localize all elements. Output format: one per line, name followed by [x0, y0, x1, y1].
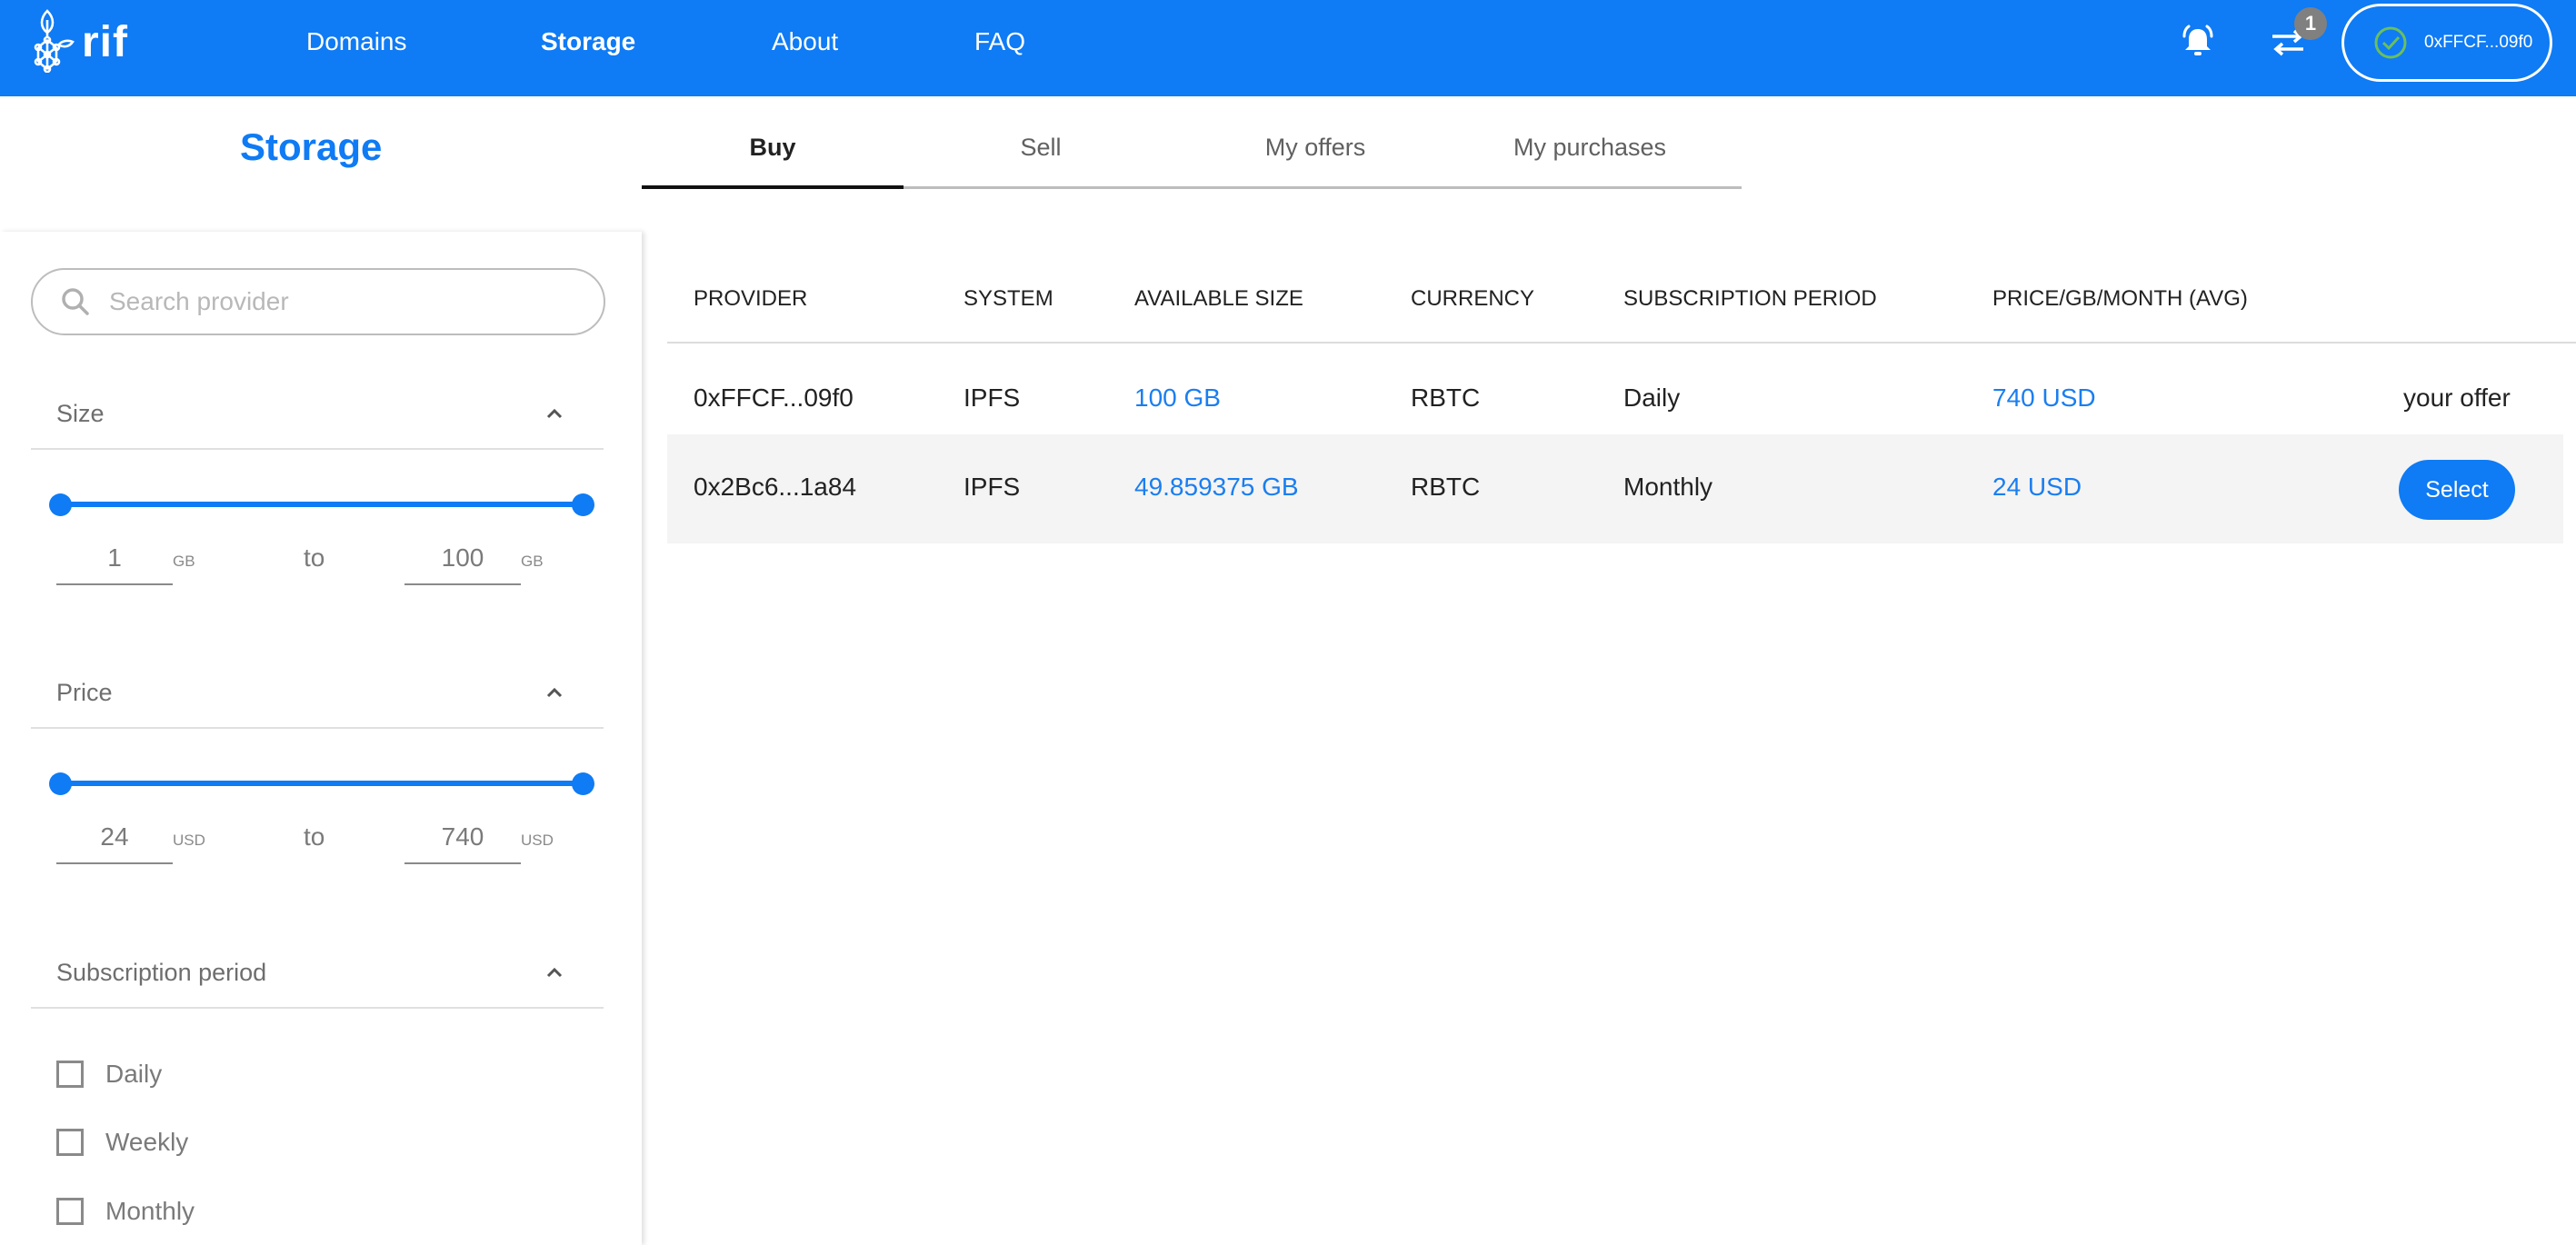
column-header-available-size: AVAILABLE SIZE: [1134, 286, 1303, 311]
table-header: PROVIDER SYSTEM AVAILABLE SIZE CURRENCY …: [667, 264, 2576, 344]
weekly-checkbox[interactable]: [56, 1129, 84, 1156]
size-filter-title: Size: [56, 400, 105, 427]
currency-cell: RBTC: [1411, 473, 1481, 501]
available-size-cell: 100 GB: [1134, 383, 1221, 412]
system-cell: IPFS: [964, 383, 1021, 412]
size-range-slider[interactable]: [49, 491, 594, 518]
tab-buy[interactable]: Buy: [642, 127, 904, 189]
chevron-up-icon[interactable]: [542, 680, 567, 705]
search-provider-input[interactable]: [109, 287, 582, 316]
price-min-input[interactable]: 24: [56, 815, 173, 864]
price-slider-min-handle[interactable]: [49, 772, 72, 795]
filters-sidebar: Size 1 GB to 100 GB Price 24 USD to 740 …: [0, 232, 642, 1245]
size-min-unit: GB: [173, 553, 195, 570]
provider-cell: 0xFFCF...09f0: [694, 383, 854, 412]
price-filter-header[interactable]: Price: [31, 674, 604, 729]
notifications-button[interactable]: [2178, 22, 2218, 62]
chevron-up-icon[interactable]: [542, 960, 567, 985]
table-row[interactable]: 0x2Bc6...1a84 IPFS 49.859375 GB RBTC Mon…: [667, 434, 2563, 543]
price-cell: 740 USD: [1992, 383, 2096, 412]
rif-logo-icon: [34, 9, 75, 73]
size-range-inputs: 1 GB to 100 GB: [56, 536, 602, 587]
available-size-cell: 49.859375 GB: [1134, 473, 1299, 501]
period-cell: Monthly: [1623, 473, 1713, 501]
column-header-subscription-period: SUBSCRIPTION PERIOD: [1623, 286, 1877, 311]
column-header-price: PRICE/GB/MONTH (AVG): [1992, 286, 2248, 311]
monthly-label: Monthly: [105, 1197, 195, 1225]
subscription-filter-title: Subscription period: [56, 959, 267, 986]
rif-logo[interactable]: rif: [31, 7, 128, 73]
daily-label: Daily: [105, 1060, 163, 1088]
chevron-up-icon[interactable]: [542, 401, 567, 426]
price-to-label: to: [304, 822, 325, 851]
price-filter-title: Price: [56, 679, 113, 706]
page-title: Storage: [240, 125, 383, 168]
bell-icon: [2182, 25, 2213, 55]
price-range-inputs: 24 USD to 740 USD: [56, 815, 602, 866]
system-cell: IPFS: [964, 473, 1021, 501]
currency-cell: RBTC: [1411, 383, 1481, 412]
size-filter-header[interactable]: Size: [31, 395, 604, 450]
tab-my-purchases[interactable]: My purchases: [1453, 127, 1727, 186]
slider-track: [60, 502, 584, 507]
check-circle-icon: [2374, 26, 2407, 59]
price-max-unit: USD: [521, 832, 554, 849]
column-header-system: SYSTEM: [964, 286, 1053, 311]
size-max-unit: GB: [521, 553, 544, 570]
wallet-account-button[interactable]: 0xFFCF...09f0: [2341, 4, 2552, 82]
logo-text: rif: [82, 18, 128, 66]
price-slider-max-handle[interactable]: [572, 772, 594, 795]
storage-offers-table: PROVIDER SYSTEM AVAILABLE SIZE CURRENCY …: [667, 264, 2576, 543]
subscription-option-monthly[interactable]: Monthly: [56, 1193, 195, 1230]
size-slider-min-handle[interactable]: [49, 493, 72, 516]
subscription-option-weekly[interactable]: Weekly: [56, 1124, 188, 1160]
nav-faq[interactable]: FAQ: [974, 25, 1025, 58]
search-icon: [62, 288, 89, 315]
wallet-address: 0xFFCF...09f0: [2424, 33, 2533, 52]
transactions-count-badge: 1: [2294, 7, 2327, 40]
nav-domains[interactable]: Domains: [306, 25, 406, 58]
storage-tabs: Buy Sell My offers My purchases: [642, 127, 1742, 189]
slider-track: [60, 781, 584, 786]
select-offer-button[interactable]: Select: [2399, 460, 2515, 520]
tab-my-offers[interactable]: My offers: [1178, 127, 1453, 186]
size-to-label: to: [304, 543, 325, 572]
provider-cell: 0x2Bc6...1a84: [694, 473, 857, 501]
price-cell: 24 USD: [1992, 473, 2082, 501]
weekly-label: Weekly: [105, 1128, 189, 1156]
price-max-input[interactable]: 740: [404, 815, 521, 864]
tab-sell[interactable]: Sell: [904, 127, 1178, 186]
subscription-filter-header[interactable]: Subscription period: [31, 954, 604, 1009]
price-min-unit: USD: [173, 832, 205, 849]
column-header-currency: CURRENCY: [1411, 286, 1535, 311]
search-provider-field[interactable]: [31, 268, 605, 335]
price-range-slider[interactable]: [49, 770, 594, 797]
monthly-checkbox[interactable]: [56, 1198, 84, 1225]
top-navbar: rif Domains Storage About FAQ 1 0xFFCF..…: [0, 0, 2576, 96]
size-slider-max-handle[interactable]: [572, 493, 594, 516]
period-cell: Daily: [1623, 383, 1681, 412]
your-offer-label: your offer: [2403, 383, 2511, 412]
size-max-input[interactable]: 100: [404, 536, 521, 585]
column-header-provider: PROVIDER: [694, 286, 808, 311]
nav-about[interactable]: About: [772, 25, 838, 58]
daily-checkbox[interactable]: [56, 1061, 84, 1088]
size-min-input[interactable]: 1: [56, 536, 173, 585]
nav-storage[interactable]: Storage: [541, 25, 635, 58]
subscription-option-daily[interactable]: Daily: [56, 1056, 162, 1092]
